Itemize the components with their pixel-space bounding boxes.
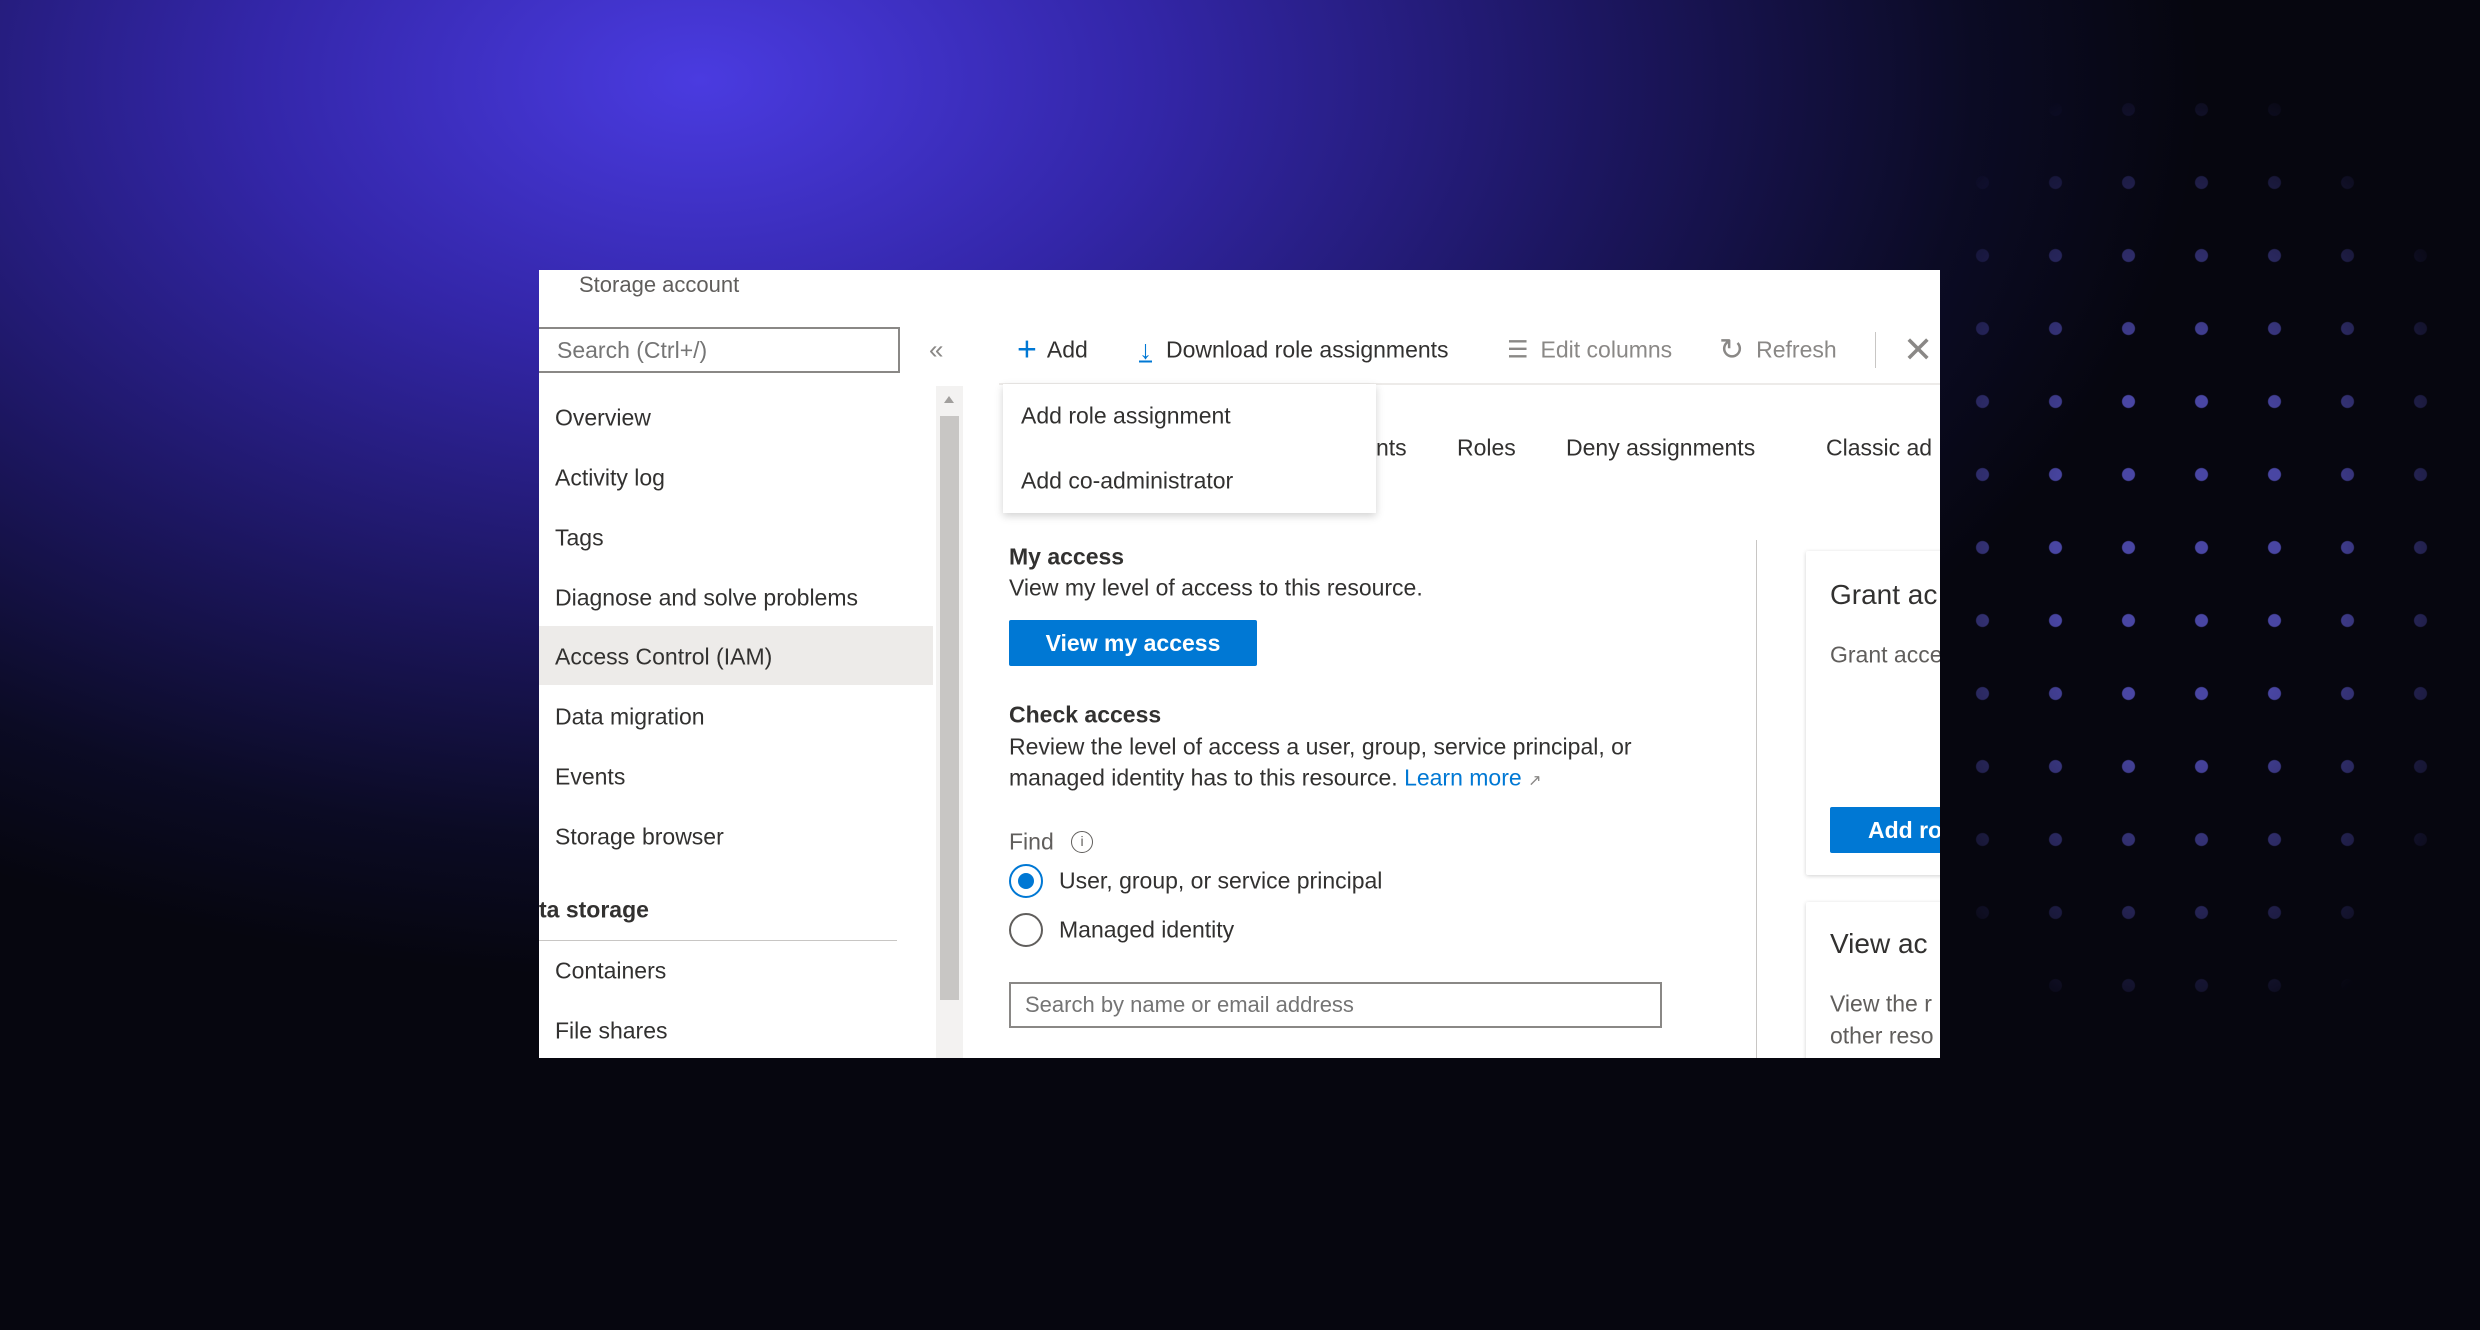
radio-label-managed-identity[interactable]: Managed identity: [1059, 917, 1234, 944]
sidebar-item-tags[interactable]: Tags: [555, 525, 604, 552]
refresh-label: Refresh: [1756, 336, 1837, 363]
columns-icon: ☰: [1507, 336, 1529, 364]
radio-label-user-group-sp[interactable]: User, group, or service principal: [1059, 868, 1382, 895]
sidebar-item-containers[interactable]: Containers: [555, 958, 666, 985]
content-divider: [1756, 540, 1757, 1058]
view-access-card: View ac View the r other reso: [1806, 902, 1940, 1058]
sidebar-item-activity-log[interactable]: Activity log: [555, 465, 665, 492]
grant-card-text: Grant acce: [1830, 641, 1940, 668]
sidebar-scrollbar[interactable]: [936, 386, 963, 1058]
sidebar-item-overview[interactable]: Overview: [555, 405, 651, 432]
external-link-icon: ↗: [1528, 772, 1542, 790]
scroll-up-arrow-icon[interactable]: [944, 396, 954, 403]
view-my-access-button[interactable]: View my access: [1009, 620, 1257, 666]
resource-type-label: Storage account: [579, 272, 740, 297]
radio-managed-identity[interactable]: [1009, 913, 1043, 947]
check-access-search-input[interactable]: [1009, 982, 1662, 1028]
collapse-sidebar-icon[interactable]: «: [929, 335, 943, 366]
add-label: Add: [1046, 336, 1088, 363]
learn-more-link[interactable]: Learn more: [1404, 765, 1522, 791]
download-label: Download role assignments: [1166, 336, 1449, 363]
close-icon[interactable]: ✕: [1903, 329, 1933, 371]
check-access-heading: Check access: [1009, 701, 1162, 728]
grant-access-card: Grant ac Grant acce Add ro: [1806, 551, 1940, 875]
tab-deny-assignments[interactable]: Deny assignments: [1566, 435, 1755, 462]
plus-icon: +: [1017, 330, 1037, 369]
sidebar-section-heading: ta storage: [539, 896, 649, 923]
sidebar-item-access-control[interactable]: Access Control (IAM): [555, 644, 772, 671]
view-card-text-2: other reso: [1830, 1022, 1934, 1049]
sidebar-item-data-migration[interactable]: Data migration: [555, 704, 705, 731]
info-icon[interactable]: i: [1071, 831, 1093, 853]
scrollbar-thumb[interactable]: [940, 416, 959, 1000]
sidebar-item-storage-browser[interactable]: Storage browser: [555, 824, 724, 851]
toolbar-separator: [1875, 332, 1876, 368]
find-label: Find: [1009, 828, 1054, 855]
edit-columns-label: Edit columns: [1540, 336, 1673, 363]
sidebar-item-events[interactable]: Events: [555, 764, 625, 791]
tab-role-assignments[interactable]: nts: [1376, 435, 1407, 462]
view-card-text-1: View the r: [1830, 990, 1932, 1017]
sidebar-item-diagnose[interactable]: Diagnose and solve problems: [555, 585, 858, 612]
azure-portal-window: Storage account « Overview Activity log …: [539, 270, 1940, 1058]
sidebar-search-input[interactable]: [539, 327, 900, 373]
check-access-description-2: managed identity has to this resource. L…: [1009, 765, 1541, 792]
radio-user-group-sp[interactable]: [1009, 864, 1043, 898]
add-role-assignment-button[interactable]: Add ro: [1830, 807, 1940, 853]
add-button[interactable]: + Add: [1017, 331, 1088, 370]
refresh-icon: ↻: [1719, 333, 1745, 367]
check-access-description-1: Review the level of access a user, group…: [1009, 733, 1632, 760]
download-role-assignments-button[interactable]: ↓ Download role assignments: [1139, 335, 1449, 366]
description-text: managed identity has to this resource.: [1009, 764, 1398, 791]
tab-roles[interactable]: Roles: [1457, 435, 1516, 462]
edit-columns-button[interactable]: ☰ Edit columns: [1507, 336, 1672, 365]
grant-card-title: Grant ac: [1830, 579, 1938, 610]
section-divider: [539, 940, 897, 941]
tab-classic-administrators[interactable]: Classic ad: [1826, 435, 1932, 462]
menu-item-add-role-assignment[interactable]: Add role assignment: [1021, 403, 1231, 430]
my-access-description: View my level of access to this resource…: [1009, 574, 1423, 601]
view-card-title: View ac: [1830, 928, 1928, 959]
my-access-heading: My access: [1009, 543, 1125, 570]
download-icon: ↓: [1139, 334, 1152, 365]
add-dropdown-menu: Add role assignment Add co-administrator: [1003, 384, 1376, 513]
refresh-button[interactable]: ↻ Refresh: [1719, 333, 1837, 368]
sidebar-item-file-shares[interactable]: File shares: [555, 1018, 667, 1045]
menu-item-add-co-administrator[interactable]: Add co-administrator: [1021, 468, 1233, 495]
